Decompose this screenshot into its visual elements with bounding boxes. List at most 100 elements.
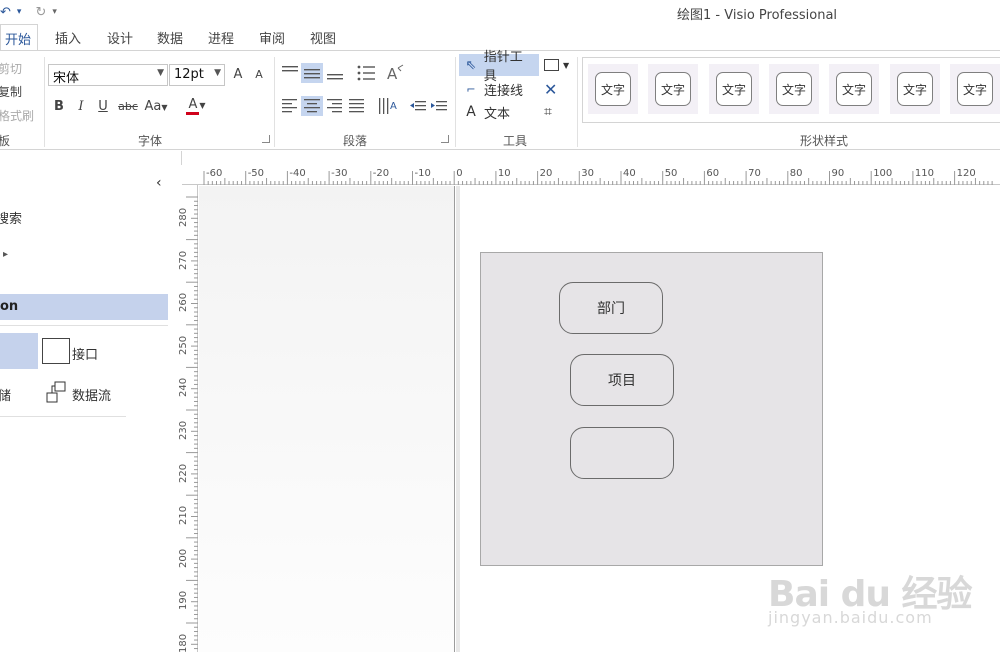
svg-text:A: A bbox=[387, 65, 398, 83]
cut-button[interactable]: 剪切 bbox=[0, 60, 22, 77]
text-direction-icon[interactable]: A bbox=[385, 63, 405, 83]
align-top-icon[interactable] bbox=[281, 64, 299, 82]
copy-button[interactable]: 复制 bbox=[0, 83, 22, 100]
v-ruler-label: 220 bbox=[178, 463, 189, 483]
chevron-down-icon: ▼ bbox=[563, 60, 570, 70]
h-ruler-label: 20 bbox=[539, 168, 553, 179]
h-ruler-label: -40 bbox=[289, 168, 306, 179]
rectangle-icon bbox=[544, 59, 559, 71]
shape-style-7[interactable]: 文字 bbox=[950, 64, 1000, 114]
tab-view[interactable]: 视图 bbox=[310, 28, 336, 47]
pointer-icon: ⇖ bbox=[465, 57, 477, 73]
decrease-indent-icon[interactable] bbox=[409, 98, 427, 114]
shrink-font-button[interactable]: A bbox=[251, 65, 267, 85]
shape-style-6[interactable]: 文字 bbox=[890, 64, 940, 114]
page-off-area bbox=[199, 186, 455, 652]
quick-access-toolbar: ↶ ▾ ↻ ▾ bbox=[0, 2, 63, 22]
v-ruler-label: 190 bbox=[178, 591, 189, 611]
align-left-icon[interactable] bbox=[281, 98, 299, 114]
close-icon: ✕ bbox=[544, 79, 558, 99]
customize-qat-icon[interactable]: ▾ bbox=[52, 7, 57, 17]
vertical-text-icon[interactable]: A bbox=[377, 96, 399, 116]
bold-button[interactable]: B bbox=[51, 97, 67, 117]
collapse-pane-icon[interactable]: ‹ bbox=[156, 175, 162, 191]
shape-style-4[interactable]: 文字 bbox=[769, 64, 819, 114]
font-name-select[interactable]: 宋体 ▼ bbox=[48, 64, 168, 86]
redo-icon[interactable]: ↻ bbox=[35, 5, 46, 20]
v-ruler-label: 240 bbox=[178, 378, 189, 398]
baidu-watermark-url: jingyan.baidu.com bbox=[768, 608, 933, 627]
tab-design[interactable]: 设计 bbox=[107, 28, 133, 47]
shapes-pane: ‹ 搜索 ▸ on 接口 储 数据流 bbox=[0, 151, 182, 652]
interface-shape-label[interactable]: 接口 bbox=[72, 344, 98, 363]
department-shape[interactable]: 部门 bbox=[559, 282, 663, 334]
shape-style-1[interactable]: 文字 bbox=[588, 64, 638, 114]
increase-indent-icon[interactable] bbox=[430, 98, 448, 114]
justify-icon[interactable] bbox=[348, 98, 366, 114]
v-ruler-label: 230 bbox=[178, 420, 189, 440]
container-shape[interactable]: 部门 项目 bbox=[480, 252, 823, 566]
align-center-icon[interactable] bbox=[301, 96, 323, 116]
data-flow-icon[interactable] bbox=[45, 381, 67, 403]
pointer-tool-button[interactable]: ⇖ 指针工具 bbox=[459, 50, 539, 84]
stencil-title[interactable]: on bbox=[0, 294, 168, 320]
h-ruler-label: 0 bbox=[456, 168, 463, 179]
visio-window: ↶ ▾ ↻ ▾ 绘图1 - Visio Professional 开始 插入 设… bbox=[0, 0, 1000, 652]
rectangle-shape-button[interactable]: ▼ bbox=[540, 54, 574, 76]
ruler-corner bbox=[176, 165, 182, 185]
v-ruler-label: 180 bbox=[178, 633, 189, 652]
tab-insert[interactable]: 插入 bbox=[55, 28, 81, 47]
v-ruler-label: 200 bbox=[178, 548, 189, 568]
undo-dropdown-icon[interactable]: ▾ bbox=[17, 7, 22, 17]
underline-icon: U bbox=[98, 99, 108, 114]
storage-shape-label[interactable]: 储 bbox=[0, 385, 11, 404]
data-flow-shape-label[interactable]: 数据流 bbox=[72, 385, 111, 404]
tools-group-label: 工具 bbox=[503, 134, 528, 148]
title-bar: ↶ ▾ ↻ ▾ 绘图1 - Visio Professional bbox=[0, 0, 1000, 24]
v-ruler-label: 210 bbox=[178, 506, 189, 526]
window-title: 绘图1 - Visio Professional bbox=[677, 8, 838, 23]
h-ruler-label: 50 bbox=[664, 168, 678, 179]
divider bbox=[577, 57, 578, 147]
divider bbox=[274, 57, 275, 147]
interface-shape-icon[interactable] bbox=[42, 338, 70, 364]
font-color-button[interactable]: A ▼ bbox=[181, 95, 211, 115]
h-ruler-label: 30 bbox=[581, 168, 595, 179]
h-ruler-label: -10 bbox=[414, 168, 431, 179]
swatch-label: 文字 bbox=[836, 72, 872, 106]
italic-button[interactable]: I bbox=[73, 97, 89, 117]
align-bottom-icon[interactable] bbox=[326, 64, 344, 82]
selected-shape[interactable] bbox=[0, 333, 38, 369]
empty-shape[interactable] bbox=[570, 427, 674, 479]
connector-icon: ⌐ bbox=[466, 82, 476, 96]
underline-button[interactable]: U bbox=[95, 97, 111, 117]
delete-button[interactable]: ✕ bbox=[540, 78, 562, 100]
change-case-button[interactable]: Aa▼ bbox=[142, 97, 170, 117]
align-right-icon[interactable] bbox=[326, 98, 344, 114]
format-painter-button[interactable]: 格式刷 bbox=[0, 107, 34, 124]
tab-review[interactable]: 审阅 bbox=[259, 28, 285, 47]
connection-point-button[interactable]: ⌗ bbox=[540, 101, 562, 123]
project-shape[interactable]: 项目 bbox=[570, 354, 674, 406]
chevron-down-icon: ▼ bbox=[161, 103, 168, 112]
shape-style-5[interactable]: 文字 bbox=[829, 64, 879, 114]
tab-process[interactable]: 进程 bbox=[208, 28, 234, 47]
search-tab[interactable]: 搜索 bbox=[0, 208, 22, 227]
text-tool-button[interactable]: A 文本 bbox=[459, 101, 539, 123]
v-ruler-label: 250 bbox=[178, 335, 189, 355]
align-middle-icon[interactable] bbox=[301, 63, 323, 83]
font-dialog-launcher-icon[interactable] bbox=[262, 135, 270, 143]
tab-data[interactable]: 数据 bbox=[157, 28, 183, 47]
bullets-icon[interactable] bbox=[356, 64, 376, 82]
undo-icon[interactable]: ↶ bbox=[0, 5, 11, 20]
expand-icon[interactable]: ▸ bbox=[3, 249, 8, 260]
paragraph-dialog-launcher-icon[interactable] bbox=[441, 135, 449, 143]
strikethrough-button[interactable]: abc bbox=[117, 97, 139, 117]
grow-font-button[interactable]: A bbox=[230, 65, 246, 85]
shape-style-3[interactable]: 文字 bbox=[709, 64, 759, 114]
connector-tool-button[interactable]: ⌐ 连接线 bbox=[459, 78, 539, 100]
h-ruler-label: 100 bbox=[873, 168, 893, 179]
tab-home[interactable]: 开始 bbox=[0, 24, 39, 51]
shape-style-2[interactable]: 文字 bbox=[648, 64, 698, 114]
font-size-select[interactable]: 12pt ▼ bbox=[169, 64, 225, 86]
